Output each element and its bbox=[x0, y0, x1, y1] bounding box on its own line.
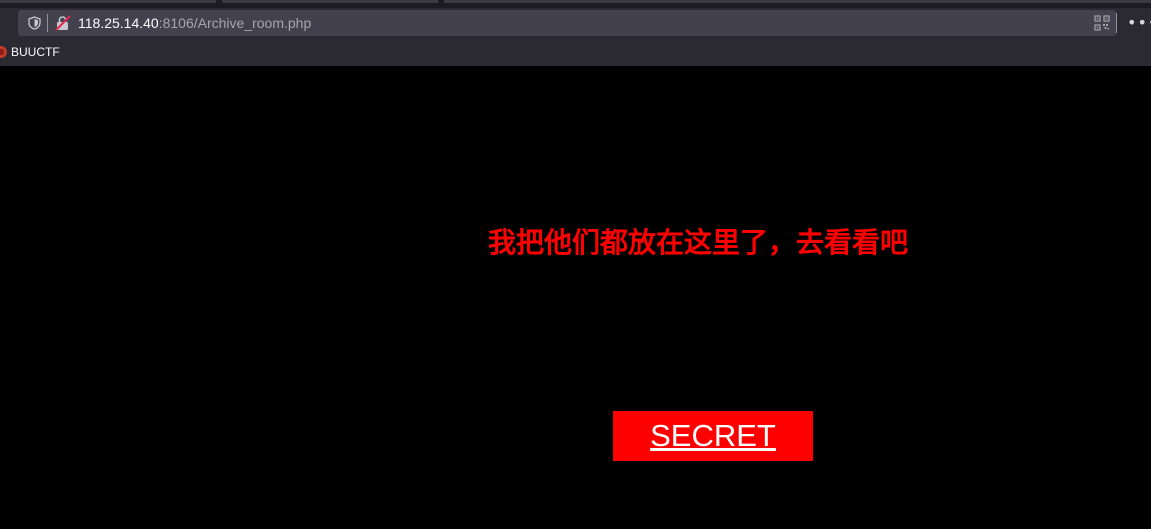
page-content: 我把他们都放在这里了，去看看吧 SECRET bbox=[0, 66, 1151, 529]
browser-chrome: 118.25.14.40:8106/Archive_room.php ••• bbox=[0, 0, 1151, 66]
bookmarks-toolbar: BUUCTF bbox=[0, 38, 1151, 66]
tab-indicator[interactable] bbox=[444, 0, 1151, 3]
url-path: :8106/Archive_room.php bbox=[158, 15, 312, 31]
more-menu-icon[interactable]: ••• bbox=[1127, 15, 1151, 31]
buuctf-favicon-icon bbox=[0, 46, 7, 58]
bookmark-buuctf[interactable]: BUUCTF bbox=[0, 44, 60, 60]
address-bar[interactable]: 118.25.14.40:8106/Archive_room.php bbox=[18, 10, 1116, 36]
address-bar-separator bbox=[47, 14, 48, 32]
tab-indicator[interactable] bbox=[0, 0, 216, 3]
secret-link-button[interactable]: SECRET bbox=[613, 411, 813, 461]
bookmark-label: BUUCTF bbox=[11, 45, 60, 59]
url-host: 118.25.14.40 bbox=[78, 15, 159, 31]
secret-link-label[interactable]: SECRET bbox=[650, 418, 776, 454]
tab-indicator[interactable] bbox=[222, 0, 438, 3]
toolbar-divider bbox=[1116, 13, 1117, 33]
qr-code-icon[interactable] bbox=[1094, 15, 1110, 31]
url-text[interactable]: 118.25.14.40:8106/Archive_room.php bbox=[78, 15, 311, 31]
hint-message: 我把他们都放在这里了，去看看吧 bbox=[488, 226, 909, 259]
insecure-lock-icon[interactable] bbox=[55, 15, 71, 31]
tab-strip bbox=[0, 0, 1151, 8]
navigation-toolbar: 118.25.14.40:8106/Archive_room.php ••• bbox=[0, 8, 1151, 38]
shield-icon[interactable] bbox=[28, 16, 41, 30]
